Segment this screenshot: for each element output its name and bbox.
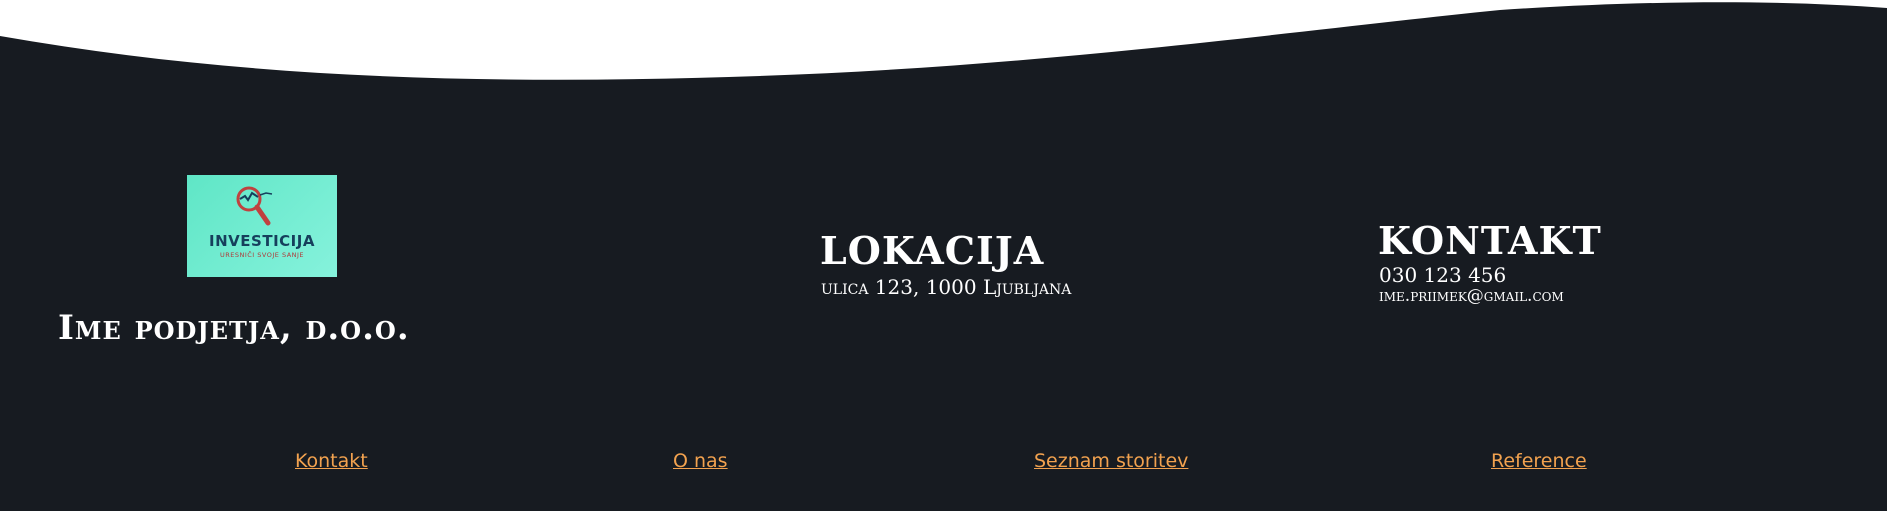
footer-link-o-nas[interactable]: O nas <box>673 450 728 472</box>
location-address: ulica 123, 1000 Ljubljana <box>821 275 1072 299</box>
contact-email: ime.priimek@gmail.com <box>1379 286 1564 306</box>
logo-subtitle: URESNIČI SVOJE SANJE <box>219 251 305 259</box>
magnifier-icon <box>236 186 273 226</box>
contact-title: KONTAKT <box>1378 218 1602 263</box>
company-name: Ime podjetja, d.o.o. <box>58 308 410 348</box>
footer-link-reference[interactable]: Reference <box>1491 450 1587 472</box>
company-logo[interactable]: INVESTICIJA URESNIČI SVOJE SANJE <box>187 175 337 277</box>
footer-link-seznam-storitev[interactable]: Seznam storitev <box>1034 450 1188 472</box>
location-title: LOKACIJA <box>820 228 1045 273</box>
logo-title: INVESTICIJA <box>209 232 315 250</box>
footer-link-kontakt[interactable]: Kontakt <box>295 450 368 472</box>
contact-phone: 030 123 456 <box>1379 263 1507 287</box>
site-footer: INVESTICIJA URESNIČI SVOJE SANJE Ime pod… <box>0 0 1887 511</box>
